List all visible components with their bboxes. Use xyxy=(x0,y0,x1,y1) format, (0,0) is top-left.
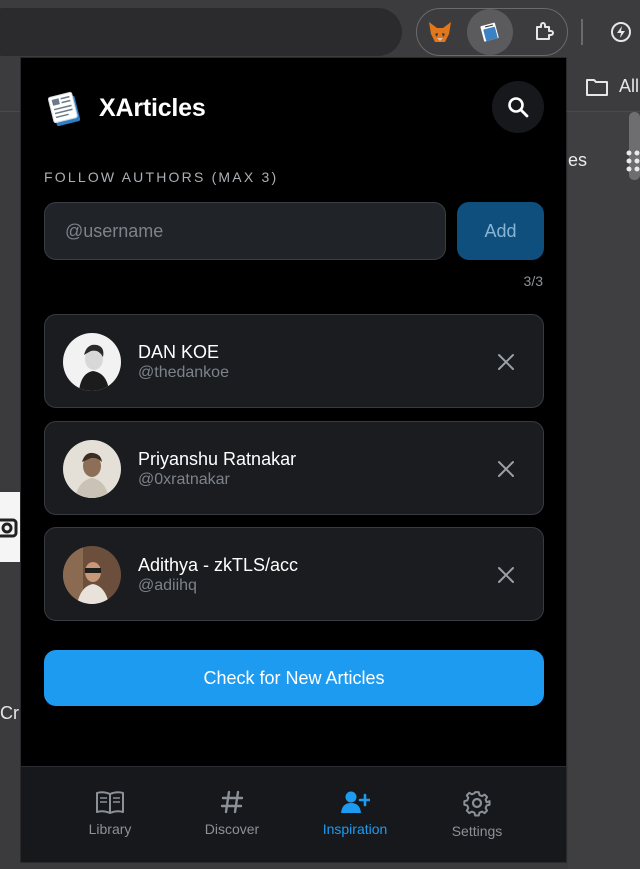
author-card: Priyanshu Ratnakar @0xratnakar xyxy=(44,421,544,515)
performance-button[interactable] xyxy=(602,11,640,53)
fox-icon xyxy=(429,22,451,42)
close-icon xyxy=(498,567,514,583)
gear-icon xyxy=(463,791,491,817)
search-button[interactable] xyxy=(492,81,544,133)
user-plus-icon xyxy=(341,791,370,813)
nav-label: Inspiration xyxy=(322,821,388,837)
bookmark-folder-all[interactable]: All xyxy=(585,76,639,97)
author-count: 3/3 xyxy=(523,273,543,289)
newspaper-icon xyxy=(480,22,499,42)
bolt-leaf-icon xyxy=(611,22,631,42)
remove-author-button[interactable] xyxy=(491,347,521,377)
add-author-button[interactable]: Add xyxy=(457,202,544,260)
author-name: DAN KOE xyxy=(138,342,220,362)
toolbar-separator xyxy=(581,19,583,45)
author-name: Adithya - zkTLS/acc xyxy=(138,555,299,575)
avatar xyxy=(63,440,121,498)
nav-library[interactable]: Library xyxy=(50,789,170,837)
author-card: DAN KOE @thedankoe xyxy=(44,314,544,408)
page-text-fragment: es xyxy=(568,150,588,170)
xarticles-extension-button[interactable] xyxy=(467,9,513,55)
nav-label: Library xyxy=(88,821,132,837)
book-icon xyxy=(96,791,124,814)
popup-header: XArticles xyxy=(21,58,566,158)
bottom-nav: Library Discover Inspiration Settings xyxy=(21,766,566,862)
remove-author-button[interactable] xyxy=(491,454,521,484)
avatar xyxy=(63,333,121,391)
page-left-card xyxy=(0,492,20,562)
hash-icon xyxy=(220,790,244,814)
puzzle-icon xyxy=(536,22,554,40)
author-card: Adithya - zkTLS/acc @adiihq xyxy=(44,527,544,621)
avatar xyxy=(63,546,121,604)
bookmark-folder-label: All xyxy=(619,76,640,96)
app-logo xyxy=(45,88,85,133)
app-title: XArticles xyxy=(99,94,206,122)
search-icon xyxy=(508,97,529,118)
nav-discover[interactable]: Discover xyxy=(172,789,292,837)
follow-authors-label: FOLLOW AUTHORS (MAX 3) xyxy=(44,169,279,185)
address-bar[interactable] xyxy=(0,8,402,56)
page-text-fragment-left: Cr xyxy=(0,703,19,723)
nav-label: Settings xyxy=(451,823,503,839)
metamask-extension-button[interactable] xyxy=(421,11,459,53)
check-new-articles-button[interactable]: Check for New Articles xyxy=(44,650,544,706)
xarticles-popup: XArticles FOLLOW AUTHORS (MAX 3) Add 3/3… xyxy=(20,57,567,863)
folder-icon xyxy=(586,78,608,96)
close-icon xyxy=(498,354,514,370)
nav-label: Discover xyxy=(204,821,260,837)
newspaper-logo-icon xyxy=(47,91,81,127)
close-icon xyxy=(498,461,514,477)
camera-search-icon xyxy=(0,518,18,538)
author-handle: @thedankoe xyxy=(138,364,229,381)
nav-settings[interactable]: Settings xyxy=(417,789,537,839)
username-input[interactable] xyxy=(44,202,446,260)
apps-grid-icon[interactable] xyxy=(626,150,640,177)
author-name: Priyanshu Ratnakar xyxy=(138,449,297,469)
remove-author-button[interactable] xyxy=(491,560,521,590)
author-handle: @adiihq xyxy=(138,577,197,594)
nav-inspiration[interactable]: Inspiration xyxy=(295,789,415,837)
author-handle: @0xratnakar xyxy=(138,471,230,488)
page-right-column xyxy=(568,112,640,869)
extensions-puzzle-button[interactable] xyxy=(525,11,563,53)
